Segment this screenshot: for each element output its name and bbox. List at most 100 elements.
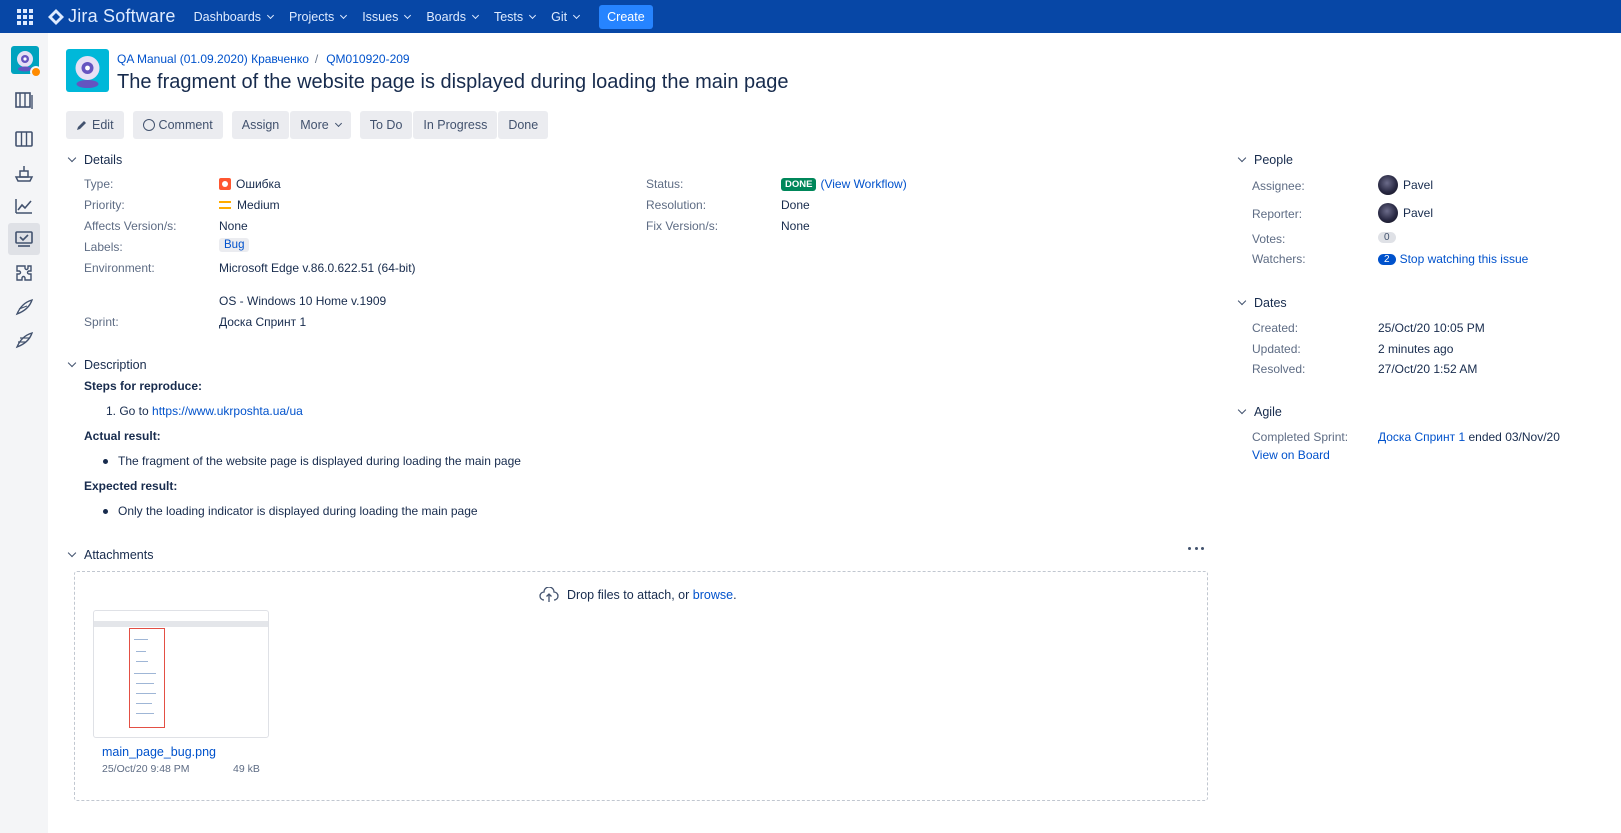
nav-label: Dashboards (193, 9, 262, 24)
step-item: 1. Go to https://www.ukrposhta.ua/ua (106, 404, 303, 418)
attachment-thumbnail[interactable] (93, 610, 269, 738)
chevron-down-icon (1236, 154, 1248, 166)
completed-sprint-link[interactable]: Доска Спринт 1 (1378, 430, 1465, 444)
details-section-toggle[interactable]: Details (66, 153, 122, 167)
chevron-down-icon (66, 549, 78, 561)
type-label: Type: (84, 177, 114, 191)
comment-button[interactable]: Comment (132, 111, 223, 139)
thumbnail-text-line (136, 713, 154, 714)
chevron-down-icon (66, 359, 78, 371)
thumbnail-toolbar (94, 621, 268, 627)
priority-text: Medium (237, 198, 280, 212)
nav-git[interactable]: Git (551, 10, 581, 24)
nav-label: Issues (362, 9, 399, 24)
attachment-file-link[interactable]: main_page_bug.png (102, 745, 216, 759)
project-avatar[interactable] (66, 49, 109, 92)
board-icon[interactable] (14, 129, 34, 149)
project-avatar-icon[interactable] (11, 46, 42, 78)
nav-issues[interactable]: Issues (362, 9, 412, 24)
feather-alt-icon[interactable] (14, 330, 34, 350)
edit-label: Edit (92, 118, 114, 132)
top-navigation: Jira Software Dashboards Projects Issues… (0, 0, 1621, 33)
attachment-date: 25/Oct/20 9:48 PM (102, 763, 190, 775)
issue-title[interactable]: The fragment of the website page is disp… (117, 71, 789, 94)
details-heading: Details (84, 153, 123, 167)
assignee-value[interactable]: Pavel (1378, 175, 1433, 195)
bullet (103, 509, 108, 515)
attachment-dropzone[interactable]: Drop files to attach, or browse. main_pa… (74, 571, 1208, 801)
to-do-button[interactable]: To Do (359, 111, 413, 139)
chevron-down-icon (66, 154, 78, 166)
avatar (1378, 175, 1398, 195)
app-switcher-icon[interactable] (17, 8, 33, 25)
votes-value[interactable]: 0 (1378, 232, 1400, 243)
breadcrumb-project-link[interactable]: QA Manual (01.09.2020) Кравченко (117, 52, 309, 66)
issue-view: QA Manual (01.09.2020) Кравченко / QM010… (48, 33, 1621, 833)
people-section-toggle[interactable]: People (1236, 153, 1293, 167)
view-workflow-link[interactable]: (View Workflow) (820, 177, 906, 191)
releases-icon[interactable] (14, 163, 34, 183)
updated-label: Updated: (1252, 342, 1301, 356)
step-prefix: 1. Go to (106, 404, 149, 418)
actual-result-text: The fragment of the website page is disp… (118, 454, 521, 468)
priority-medium-icon (219, 201, 231, 209)
environment-value-line1: Microsoft Edge v.86.0.622.51 (64-bit) (219, 261, 416, 275)
more-icon[interactable] (1188, 547, 1204, 551)
completed-sprint-label: Completed Sprint: (1252, 430, 1349, 444)
view-on-board-link[interactable]: View on Board (1252, 448, 1330, 462)
label-chip[interactable]: Bug (219, 238, 250, 252)
description-section-toggle[interactable]: Description (66, 358, 147, 372)
breadcrumb-separator: / (314, 52, 319, 66)
description-heading: Description (84, 358, 147, 372)
agile-heading: Agile (1254, 405, 1282, 419)
dates-section-toggle[interactable]: Dates (1236, 296, 1287, 310)
attachments-section-toggle[interactable]: Attachments (66, 548, 153, 562)
chevron-down-icon (573, 11, 581, 19)
actual-result-item: The fragment of the website page is disp… (103, 454, 521, 468)
assign-button[interactable]: Assign (231, 111, 290, 139)
reports-icon[interactable] (14, 196, 34, 216)
more-button[interactable]: More (290, 111, 351, 139)
priority-value: Medium (219, 198, 280, 212)
votes-count: 0 (1378, 232, 1396, 243)
chevron-down-icon (1236, 406, 1248, 418)
breadcrumb: QA Manual (01.09.2020) Кравченко / QM010… (117, 52, 410, 66)
done-button[interactable]: Done (498, 111, 549, 139)
reporter-label: Reporter: (1252, 207, 1303, 221)
feather-icon[interactable] (14, 297, 34, 317)
affects-version-value: None (219, 219, 248, 233)
backlog-icon[interactable] (14, 90, 34, 110)
logo-text: Jira Software (68, 6, 176, 26)
edit-button[interactable]: Edit (66, 111, 124, 139)
reporter-value[interactable]: Pavel (1378, 203, 1433, 223)
watchers-count[interactable]: 2 (1378, 253, 1396, 265)
robot-icon (75, 56, 100, 88)
tests-icon[interactable] (8, 223, 40, 255)
drop-files-text: Drop files to attach, or browse. (539, 587, 737, 603)
in-progress-button[interactable]: In Progress (413, 111, 498, 139)
addons-icon[interactable] (14, 263, 34, 283)
browse-link[interactable]: browse (693, 588, 733, 602)
assignee-label: Assignee: (1252, 179, 1305, 193)
created-label: Created: (1252, 321, 1299, 335)
jira-logo-icon (48, 8, 64, 25)
step-url-link[interactable]: https://www.ukrposhta.ua/ua (152, 404, 303, 418)
nav-projects[interactable]: Projects (289, 9, 348, 24)
drop-period: . (733, 588, 737, 602)
issue-toolbar: Edit Comment Assign More To Do In Progre… (66, 111, 549, 139)
breadcrumb-issue-key-link[interactable]: QM010920-209 (326, 52, 409, 66)
create-button[interactable]: Create (599, 4, 653, 29)
nav-tests[interactable]: Tests (493, 9, 537, 24)
nav-label: Projects (289, 9, 335, 24)
agile-section-toggle[interactable]: Agile (1236, 405, 1282, 419)
resolution-value: Done (781, 198, 810, 212)
stop-watching-link[interactable]: Stop watching this issue (1400, 252, 1529, 266)
pencil-icon (77, 121, 86, 130)
fix-version-label: Fix Version/s: (646, 219, 719, 233)
expected-result-heading: Expected result: (84, 479, 178, 493)
nav-boards[interactable]: Boards (426, 10, 479, 24)
nav-dashboards[interactable]: Dashboards (193, 9, 275, 24)
jira-logo[interactable]: Jira Software (48, 6, 176, 27)
nav-label: Tests (493, 9, 524, 24)
comment-label: Comment (158, 118, 213, 132)
